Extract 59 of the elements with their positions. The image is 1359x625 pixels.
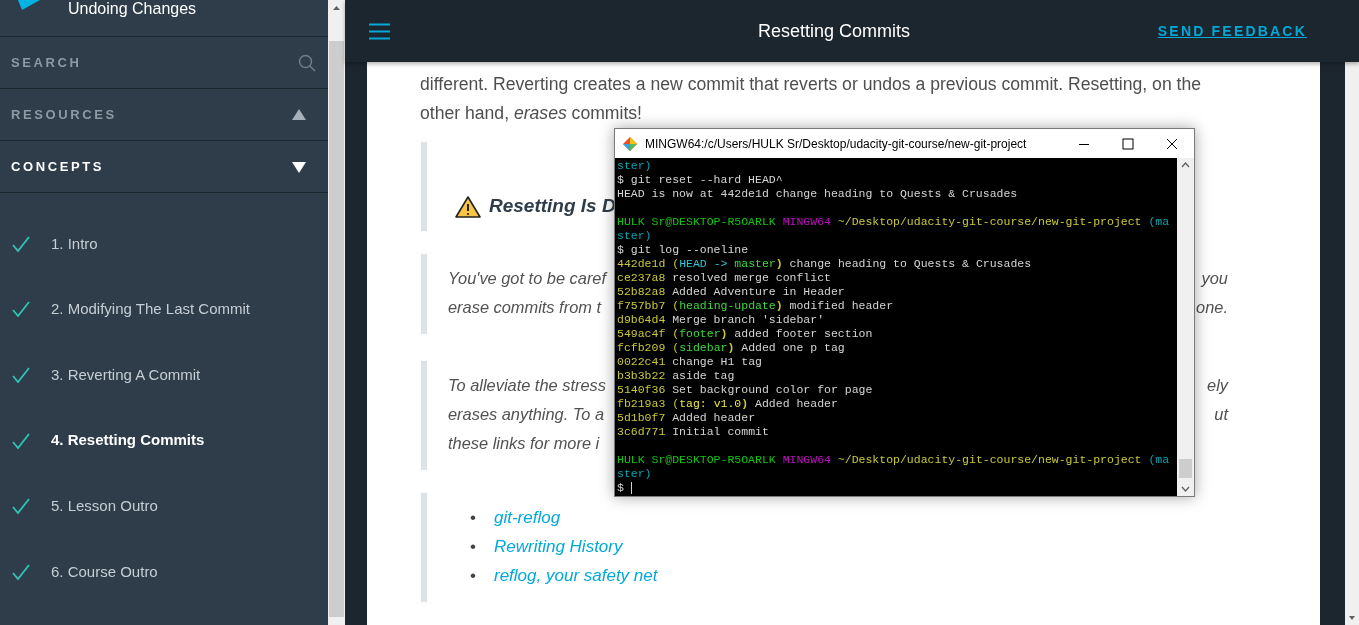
lesson-link[interactable]: 6. Course Outro [51,560,158,583]
paragraph-fragment: erases anything. To a [448,404,605,425]
terminal-line: HEAD is now at 442de1d change heading to Quests & Crusades [617,187,1019,201]
sidebar-scrollbar[interactable] [328,0,345,625]
terminal-line: f757bb7 (heading-update) modified header [617,299,895,313]
terminal-scrollbar[interactable] [1177,158,1194,496]
lesson-title: Undoing Changes [68,0,197,19]
terminal-line: $ git log --oneline [617,243,750,257]
terminal-line: b3b3b22 aside tag [617,369,736,383]
terminal-line: 0022c41 change H1 tag [617,355,763,369]
menu-icon[interactable] [369,22,390,40]
maximize-icon[interactable] [1122,137,1134,150]
terminal-line: HULK Sr@DESKTOP-R5OARLK MINGW64 ~/Desktop/udacity-git-course/new-git-project (ma [617,453,1171,467]
terminal-line: fcfb209 (sidebar) Added one p tag [617,341,846,355]
terminal-line: 5140f36 Set background color for page [617,383,874,397]
bullet: • [470,507,477,529]
paragraph-fragment: ut [1214,404,1228,425]
logo-icon [18,0,40,10]
page-title: Resetting Commits [757,19,910,43]
paragraph-fragment: ely [1207,375,1228,396]
caret-down-icon [292,160,306,173]
scroll-thumb[interactable] [1179,459,1192,478]
send-feedback-link[interactable]: SEND FEEDBACK [1157,20,1307,42]
paragraph-fragment: To alleviate the stress [448,375,606,396]
paragraph-fragment: erase commits from t [448,297,601,318]
terminal-line: d9b64d4 Merge branch 'sidebar' [617,313,826,327]
terminal-line: 549ac4f (footer) added footer section [617,327,874,341]
terminal-line: ster) [617,159,653,173]
terminal-line: ce237a8 resolved merge conflict [617,271,832,285]
page-scrollbar[interactable] [1345,62,1359,625]
terminal-line: ster) [617,467,653,481]
bullet: • [470,565,477,587]
terminal-line: 5d1b0f7 Added header [617,411,757,425]
paragraph-fragment: You've got to be caref [448,268,607,289]
paragraph-fragment: you [1201,268,1228,289]
warning-icon [455,195,481,218]
diamond-icon [623,136,637,151]
terminal-line: 3c6d771 Initial commit [617,425,770,439]
terminal-line: 442de1d (HEAD -> master) change heading to Quests & Crusades [617,257,1033,271]
paragraph-fragment: these links for more i [448,433,600,454]
terminal-title: MINGW64:/c/Users/HULK Sr/Desktop/udacity-git-course/new-git-project [645,135,1027,153]
bullet: • [470,536,477,558]
caret-up-icon [292,108,306,121]
lesson-link[interactable]: 1. Intro [51,232,98,256]
paragraph-fragment: one. [1196,297,1228,318]
terminal-line: HULK Sr@DESKTOP-R5OARLK MINGW64 ~/Desktop/udacity-git-course/new-git-project (ma [617,215,1171,229]
lesson-link[interactable]: 3. Reverting A Commit [51,363,201,387]
lesson-link[interactable]: 2. Modifying The Last Commit [51,298,250,321]
terminal-line: ster) [617,229,653,243]
search-label[interactable]: SEARCH [11,52,82,73]
lesson-link[interactable]: 4. Resetting Commits [51,429,205,452]
terminal-line: $ [617,481,1177,495]
search-icon[interactable] [298,53,316,72]
intro-paragraph: different. Reverting creates a new commit that reverts or undos a previous commit. Resetting, on the other hand, erases commits! [420,73,1202,125]
lesson-link[interactable]: 5. Lesson Outro [51,494,158,518]
terminal-line: fb219a3 (tag: v1.0) Added header [617,397,839,411]
close-icon[interactable] [1166,137,1178,150]
terminal-line: 52b82a8 Added Adventure in Header [617,285,846,299]
terminal-line: $ git reset --hard HEAD^ [617,173,784,187]
